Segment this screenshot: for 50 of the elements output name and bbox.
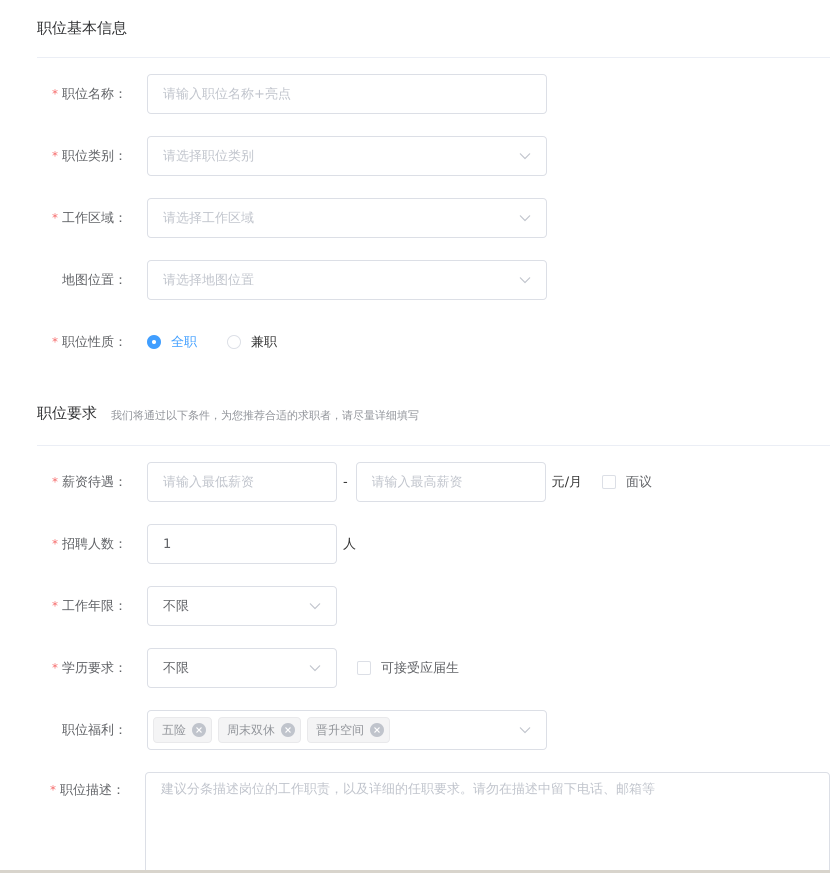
- required-asterisk: *: [52, 149, 58, 163]
- section-title: 职位要求: [37, 404, 97, 423]
- field-label: 工作年限：: [62, 598, 127, 615]
- unit-label: 人: [343, 536, 356, 553]
- text-input[interactable]: 请输入最低薪资: [147, 462, 337, 502]
- field-label: 职位性质：: [62, 334, 127, 351]
- chevron-down-icon: [309, 664, 321, 672]
- field-label: 职位描述：: [60, 782, 125, 799]
- field-label: 招聘人数：: [62, 536, 127, 553]
- required-asterisk: *: [52, 87, 58, 101]
- range-separator: -: [343, 474, 348, 490]
- unit-label: 元/月: [552, 474, 582, 491]
- close-icon[interactable]: [281, 723, 295, 737]
- required-asterisk: *: [52, 661, 58, 675]
- close-icon[interactable]: [192, 723, 206, 737]
- chevron-down-icon: [519, 276, 531, 284]
- select-field[interactable]: 不限: [147, 586, 337, 626]
- radio-option[interactable]: 兼职: [227, 333, 277, 351]
- tag: 五险: [153, 717, 212, 743]
- text-input[interactable]: 请输入最高薪资: [356, 462, 546, 502]
- field-label: 地图位置：: [62, 272, 127, 289]
- tag: 晋升空间: [307, 717, 390, 743]
- required-asterisk: *: [50, 783, 56, 797]
- chevron-down-icon: [309, 602, 321, 610]
- select-field[interactable]: 不限: [147, 648, 337, 688]
- required-asterisk: *: [52, 537, 58, 551]
- chevron-down-icon: [519, 152, 531, 160]
- checkbox-option[interactable]: 可接受应届生: [357, 659, 459, 677]
- section-subtitle: 我们将通过以下条件，为您推荐合适的求职者，请尽量详细填写: [111, 408, 419, 423]
- text-input[interactable]: 请输入职位名称+亮点: [147, 74, 547, 114]
- close-icon[interactable]: [370, 723, 384, 737]
- required-asterisk: *: [52, 599, 58, 613]
- field-label: 职位类别：: [62, 148, 127, 165]
- field-label: 薪资待遇：: [62, 474, 127, 491]
- checkbox-option[interactable]: 面议: [602, 473, 652, 491]
- field-label: 工作区域：: [62, 210, 127, 227]
- required-asterisk: *: [52, 211, 58, 225]
- field-label: 学历要求：: [62, 660, 127, 677]
- required-asterisk: *: [52, 335, 58, 349]
- required-asterisk: *: [52, 475, 58, 489]
- chevron-down-icon: [519, 726, 531, 734]
- radio-button[interactable]: [147, 335, 161, 349]
- checkbox[interactable]: [357, 661, 371, 675]
- number-input[interactable]: 1: [147, 524, 337, 564]
- field-label: 职位福利：: [62, 722, 127, 739]
- tag: 周末双休: [218, 717, 301, 743]
- section-title: 职位基本信息: [37, 19, 127, 38]
- field-label: 职位名称：: [62, 86, 127, 103]
- checkbox[interactable]: [602, 475, 616, 489]
- chevron-down-icon: [519, 214, 531, 222]
